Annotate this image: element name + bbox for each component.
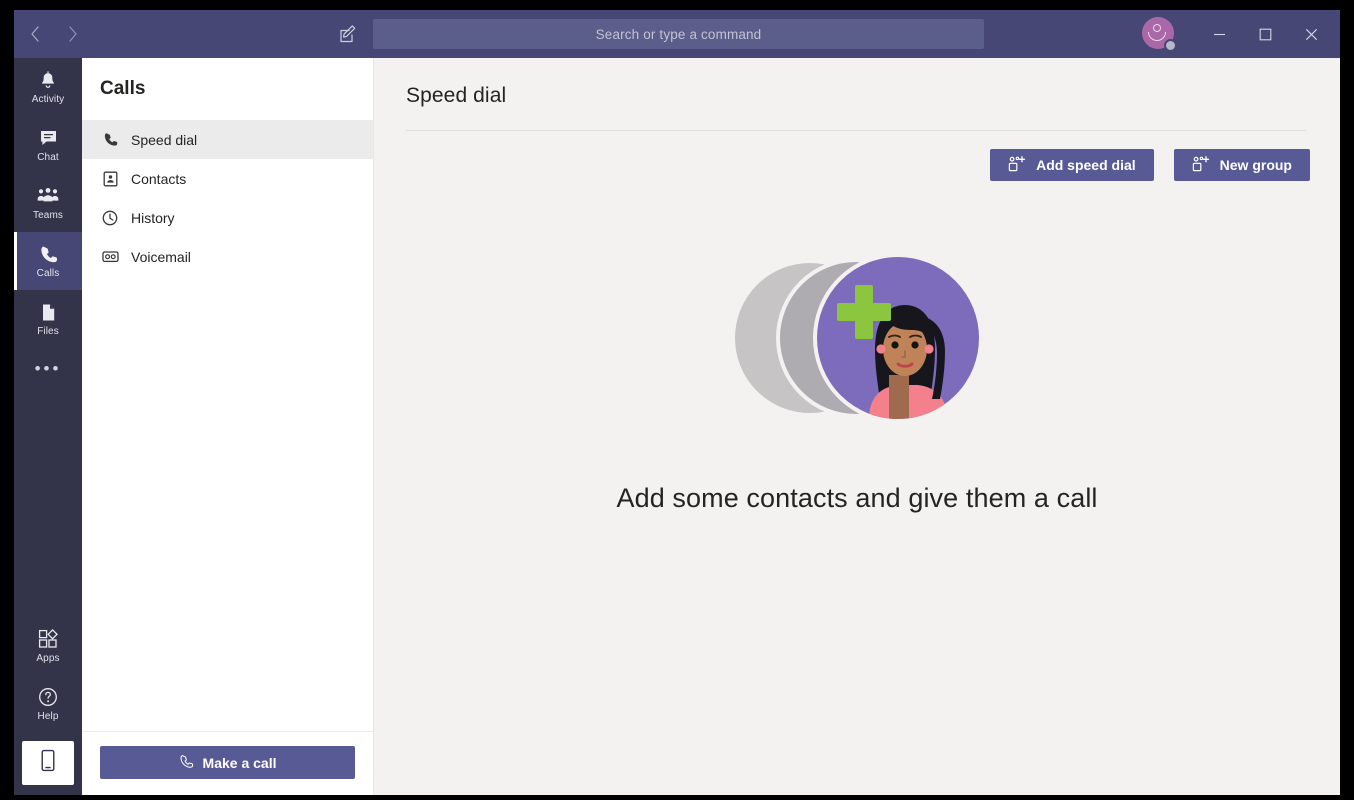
back-icon[interactable]: [20, 19, 50, 49]
sidebar-item-calls[interactable]: Calls: [14, 232, 82, 290]
rail-label-activity: Activity: [31, 94, 65, 105]
nav-arrows: [20, 19, 88, 49]
rail-label-chat: Chat: [37, 152, 59, 163]
sidebar-item-history[interactable]: History: [82, 198, 373, 237]
apps-grid-icon: [38, 628, 58, 650]
rail-label-files: Files: [37, 326, 59, 337]
sidebar-item-label: Speed dial: [131, 131, 198, 148]
empty-state: Add some contacts and give them a call: [374, 181, 1340, 795]
voicemail-tape-icon: [101, 248, 119, 266]
main-header: Speed dial: [374, 58, 1340, 131]
rail-label-teams: Teams: [33, 210, 63, 221]
make-a-call-button[interactable]: Make a call: [100, 746, 355, 779]
add-person-icon: [1192, 155, 1210, 175]
left-rail: Activity Chat Teams Calls Files ••• Apps…: [14, 58, 82, 795]
file-icon: [40, 301, 57, 323]
rail-label-apps: Apps: [36, 653, 60, 664]
add-speed-dial-button[interactable]: Add speed dial: [990, 149, 1154, 181]
forward-icon[interactable]: [58, 19, 88, 49]
calls-sidebar: Calls Speed dial Contacts History Voicem…: [82, 58, 374, 795]
sidebar-item-label: History: [131, 209, 175, 226]
bell-icon: [39, 69, 57, 91]
contact-card-icon: [101, 170, 119, 188]
phone-icon: [101, 131, 119, 149]
main-content: Speed dial Add speed dial New group Add …: [374, 58, 1340, 795]
help-question-icon: [38, 686, 58, 708]
presence-badge: [1164, 39, 1177, 52]
make-a-call-label: Make a call: [202, 754, 277, 771]
sidebar-item-activity[interactable]: Activity: [14, 58, 82, 116]
app-body: Activity Chat Teams Calls Files ••• Apps…: [14, 58, 1340, 795]
sidebar-item-contacts[interactable]: Contacts: [82, 159, 373, 198]
teams-window: Search or type a command Activity Chat T…: [14, 10, 1340, 795]
sidebar-item-apps[interactable]: Apps: [14, 617, 82, 675]
sidebar-item-help[interactable]: Help: [14, 675, 82, 733]
download-mobile-app-button[interactable]: [22, 741, 74, 785]
search-input[interactable]: Search or type a command: [373, 19, 984, 49]
sidebar-item-voicemail[interactable]: Voicemail: [82, 237, 373, 276]
close-button[interactable]: [1288, 10, 1334, 58]
add-person-icon: [1008, 155, 1026, 175]
new-group-label: New group: [1219, 157, 1292, 173]
compose-icon[interactable]: [329, 17, 367, 51]
rail-overflow-button[interactable]: •••: [14, 348, 82, 390]
rail-label-help: Help: [37, 711, 59, 722]
title-bar: Search or type a command: [14, 10, 1340, 58]
sidebar-nav-list: Speed dial Contacts History Voicemail: [82, 120, 373, 276]
add-speed-dial-label: Add speed dial: [1036, 157, 1136, 173]
phone-icon: [39, 243, 58, 265]
maximize-button[interactable]: [1242, 10, 1288, 58]
sidebar-item-files[interactable]: Files: [14, 290, 82, 348]
sidebar-title: Calls: [100, 78, 146, 99]
chat-bubble-icon: [39, 127, 58, 149]
search-placeholder: Search or type a command: [595, 26, 762, 42]
empty-state-text: Add some contacts and give them a call: [616, 483, 1098, 513]
sidebar-item-speed-dial[interactable]: Speed dial: [82, 120, 373, 159]
mobile-phone-icon: [40, 749, 56, 777]
sidebar-item-chat[interactable]: Chat: [14, 116, 82, 174]
green-plus-icon: [837, 285, 891, 339]
action-buttons-row: Add speed dial New group: [374, 131, 1340, 181]
add-contacts-illustration: [731, 247, 983, 429]
sidebar-item-teams[interactable]: Teams: [14, 174, 82, 232]
rail-label-calls: Calls: [36, 268, 60, 279]
sidebar-item-label: Contacts: [131, 170, 187, 187]
minimize-button[interactable]: [1196, 10, 1242, 58]
titlebar-right-controls: [1142, 10, 1340, 58]
rail-spacer: [14, 390, 82, 617]
new-group-button[interactable]: New group: [1173, 149, 1310, 181]
clock-icon: [101, 209, 119, 227]
page-title: Speed dial: [406, 84, 507, 107]
sidebar-footer: Make a call: [82, 731, 373, 795]
sidebar-item-label: Voicemail: [131, 248, 191, 265]
phone-icon: [179, 754, 194, 772]
avatar[interactable]: [1142, 17, 1177, 52]
teams-people-icon: [37, 185, 59, 207]
